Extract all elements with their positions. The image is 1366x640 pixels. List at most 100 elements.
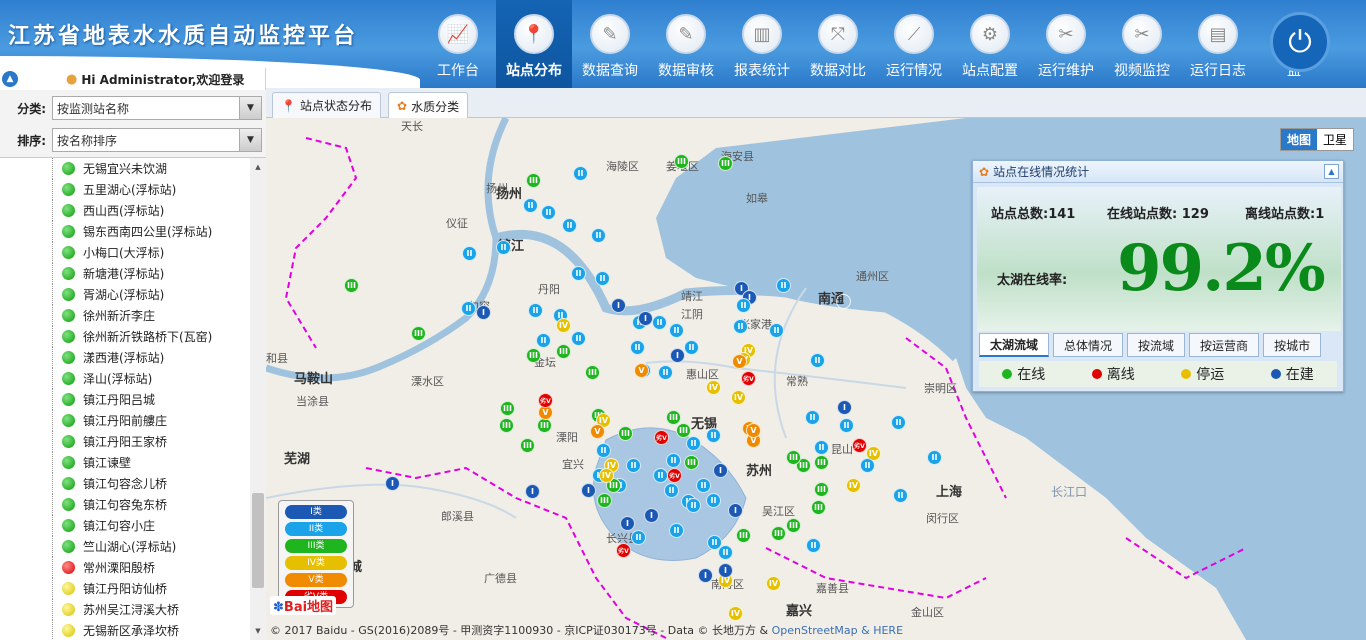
- station-marker[interactable]: II: [806, 538, 821, 553]
- stats-tab[interactable]: 按城市: [1263, 333, 1322, 357]
- station-list-item[interactable]: 小梅口(大浮标): [0, 242, 250, 263]
- station-marker[interactable]: [836, 294, 851, 309]
- station-list-item[interactable]: 无锡宜兴未饮湖: [0, 158, 250, 179]
- station-marker[interactable]: III: [786, 518, 801, 533]
- stats-tab[interactable]: 按运营商: [1189, 333, 1260, 357]
- station-marker[interactable]: III: [526, 173, 541, 188]
- nav-item[interactable]: ⚙ 站点配置: [952, 0, 1028, 88]
- station-marker[interactable]: IV: [728, 606, 743, 621]
- station-list-item[interactable]: 竺山湖心(浮标站): [0, 536, 250, 557]
- station-marker[interactable]: IV: [556, 318, 571, 333]
- station-marker[interactable]: II: [536, 333, 551, 348]
- station-marker[interactable]: I: [525, 484, 540, 499]
- station-marker[interactable]: II: [562, 218, 577, 233]
- station-marker[interactable]: III: [499, 418, 514, 433]
- station-marker[interactable]: III: [676, 423, 691, 438]
- station-marker[interactable]: I: [644, 508, 659, 523]
- station-marker[interactable]: II: [805, 410, 820, 425]
- station-marker[interactable]: III: [597, 493, 612, 508]
- station-marker[interactable]: V: [634, 363, 649, 378]
- station-marker[interactable]: III: [411, 326, 426, 341]
- station-marker[interactable]: III: [585, 365, 600, 380]
- nav-item[interactable]: ✂ 视频监控: [1104, 0, 1180, 88]
- station-list-item[interactable]: 镇江句容念儿桥: [0, 473, 250, 494]
- station-marker[interactable]: 劣V: [667, 468, 682, 483]
- map-type-switch[interactable]: 地图 卫星: [1279, 128, 1354, 151]
- station-marker[interactable]: II: [860, 458, 875, 473]
- station-marker[interactable]: I: [718, 563, 733, 578]
- scroll-down-icon[interactable]: ▼: [250, 624, 266, 638]
- station-list-scrollbar[interactable]: ▲ ▼: [250, 158, 266, 640]
- map-type-satellite-button[interactable]: 卫星: [1317, 129, 1353, 150]
- station-marker[interactable]: II: [626, 458, 641, 473]
- station-marker[interactable]: II: [686, 498, 701, 513]
- station-marker[interactable]: II: [893, 488, 908, 503]
- station-marker[interactable]: 劣V: [616, 543, 631, 558]
- station-marker[interactable]: I: [638, 311, 653, 326]
- station-marker[interactable]: 劣V: [538, 393, 553, 408]
- station-marker[interactable]: II: [696, 478, 711, 493]
- chevron-down-icon[interactable]: ▼: [239, 97, 261, 119]
- station-marker[interactable]: II: [927, 450, 942, 465]
- station-list-item[interactable]: 锡东西南四公里(浮标站): [0, 221, 250, 242]
- station-list-item[interactable]: 徐州新沂铁路桥下(瓦窑): [0, 326, 250, 347]
- station-list-item[interactable]: 苏州吴江浔溪大桥: [0, 599, 250, 620]
- station-marker[interactable]: III: [520, 438, 535, 453]
- station-list-item[interactable]: 徐州新沂李庄: [0, 305, 250, 326]
- station-marker[interactable]: II: [891, 415, 906, 430]
- station-marker[interactable]: II: [733, 319, 748, 334]
- station-marker[interactable]: II: [591, 228, 606, 243]
- station-list-item[interactable]: 无锡新区承泽坎桥: [0, 620, 250, 640]
- tab-water-quality[interactable]: ✿ 水质分类: [388, 92, 469, 119]
- station-marker[interactable]: III: [500, 401, 515, 416]
- station-marker[interactable]: II: [630, 340, 645, 355]
- nav-item[interactable]: ✎ 数据查询: [572, 0, 648, 88]
- station-list-item[interactable]: 泽山(浮标站): [0, 368, 250, 389]
- station-marker[interactable]: III: [684, 455, 699, 470]
- collapse-icon[interactable]: ▲: [1324, 164, 1339, 179]
- station-marker[interactable]: II: [669, 523, 684, 538]
- station-marker[interactable]: II: [769, 323, 784, 338]
- station-marker[interactable]: 劣V: [654, 430, 669, 445]
- station-marker[interactable]: II: [814, 440, 829, 455]
- station-list-item[interactable]: 漾西港(浮标站): [0, 347, 250, 368]
- station-marker[interactable]: II: [595, 271, 610, 286]
- station-marker[interactable]: I: [385, 476, 400, 491]
- stats-tab[interactable]: 总体情况: [1053, 333, 1124, 357]
- nav-item[interactable]: ⟋ 运行情况: [876, 0, 952, 88]
- station-list-item[interactable]: 镇江谏壁: [0, 452, 250, 473]
- station-marker[interactable]: I: [713, 463, 728, 478]
- station-marker[interactable]: III: [526, 348, 541, 363]
- station-marker[interactable]: I: [581, 483, 596, 498]
- station-marker[interactable]: III: [811, 500, 826, 515]
- station-list-item[interactable]: 镇江句容小庄: [0, 515, 250, 536]
- station-marker[interactable]: II: [461, 301, 476, 316]
- station-list-item[interactable]: 镇江丹阳王家桥: [0, 431, 250, 452]
- station-marker[interactable]: III: [618, 426, 633, 441]
- station-list-item[interactable]: 胥湖心(浮标站): [0, 284, 250, 305]
- station-marker[interactable]: I: [698, 568, 713, 583]
- station-marker[interactable]: I: [476, 305, 491, 320]
- chevron-down-icon[interactable]: ▼: [239, 129, 261, 151]
- station-marker[interactable]: I: [620, 516, 635, 531]
- tab-station-status[interactable]: 📍 站点状态分布: [272, 92, 381, 118]
- station-marker[interactable]: III: [786, 450, 801, 465]
- nav-item[interactable]: ⤧ 数据对比: [800, 0, 876, 88]
- scroll-up-icon[interactable]: ▲: [250, 160, 266, 174]
- station-marker[interactable]: II: [528, 303, 543, 318]
- station-marker[interactable]: I: [837, 400, 852, 415]
- station-marker[interactable]: II: [776, 278, 791, 293]
- station-marker[interactable]: III: [814, 482, 829, 497]
- station-list-item[interactable]: 镇江丹阳前艛庄: [0, 410, 250, 431]
- station-marker[interactable]: II: [707, 535, 722, 550]
- map-type-map-button[interactable]: 地图: [1280, 129, 1317, 150]
- station-list-item[interactable]: 镇江句容兔东桥: [0, 494, 250, 515]
- station-marker[interactable]: V: [732, 354, 747, 369]
- station-marker[interactable]: III: [771, 526, 786, 541]
- scroll-thumb[interactable]: [252, 493, 264, 588]
- station-marker[interactable]: II: [573, 166, 588, 181]
- station-marker[interactable]: II: [684, 340, 699, 355]
- station-marker[interactable]: II: [541, 205, 556, 220]
- station-marker[interactable]: II: [571, 266, 586, 281]
- station-marker[interactable]: II: [631, 530, 646, 545]
